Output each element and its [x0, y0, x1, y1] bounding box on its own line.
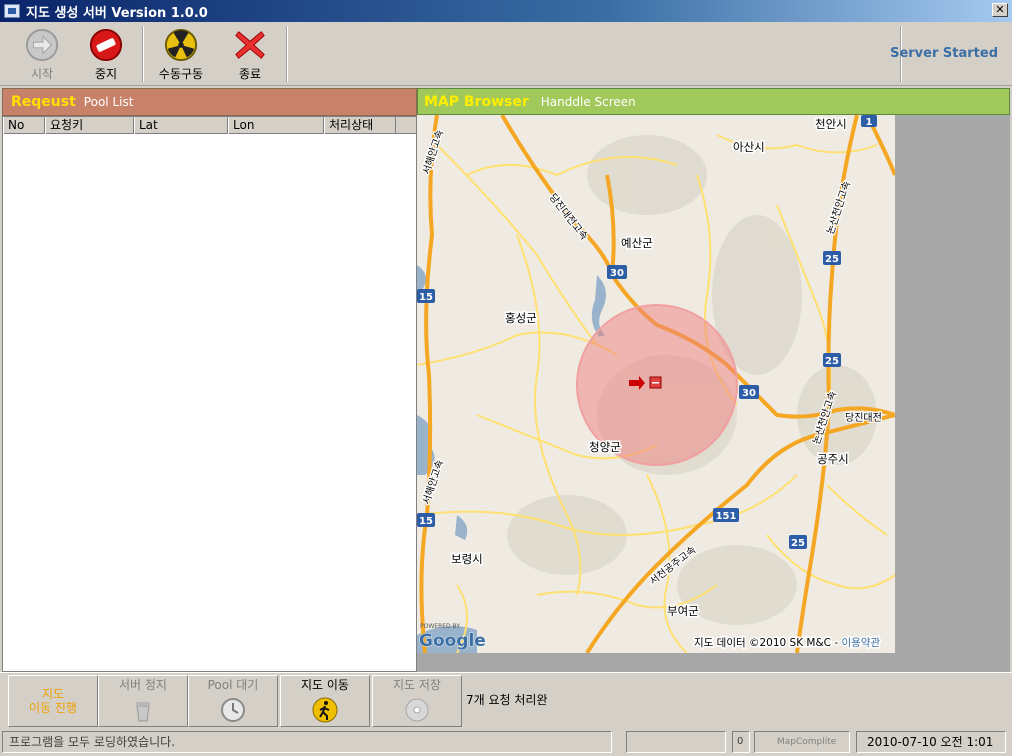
manual-run-label: 수동구동 — [158, 67, 204, 81]
route-shield-icon: 25 — [789, 535, 807, 549]
city-label: 홍성군 — [505, 311, 537, 325]
map-move-label: 지도 이동 — [301, 678, 349, 692]
action-bar: 지도 이동 진행 서버 정지 Pool 대기 지도 이동 지도 저장 7개 요청… — [0, 672, 1012, 728]
map-save-button[interactable]: 지도 저장 — [372, 675, 462, 727]
city-label: 청양군 — [589, 440, 621, 454]
map-subtitle: Handdle Screen — [540, 94, 636, 109]
road-label: 논산천안고속 — [824, 180, 852, 236]
server-stop-button[interactable]: 서버 정지 — [98, 675, 188, 727]
request-subtitle: Pool List — [83, 95, 134, 109]
title-bar: 지도 생성 서버 Version 1.0.0 ✕ — [0, 0, 1012, 22]
city-label: 예산군 — [621, 236, 653, 250]
col-no[interactable]: No — [3, 117, 45, 134]
city-label: 보령시 — [451, 552, 483, 566]
road-label: 서해안고속 — [419, 128, 446, 176]
route-shield-icon: 1 — [861, 115, 877, 128]
process-status-text: 7개 요청 처리완 — [466, 693, 548, 707]
svg-text:POWERED BY: POWERED BY — [420, 623, 460, 630]
app-icon — [4, 4, 20, 18]
request-title: Reqeust — [11, 94, 76, 110]
toolbar-separator — [286, 26, 288, 82]
svg-text:25: 25 — [791, 538, 805, 549]
svg-text:1: 1 — [866, 117, 873, 128]
col-request-key[interactable]: 요청키 — [45, 117, 134, 134]
svg-text:30: 30 — [610, 268, 624, 279]
map-state: MapComplite — [754, 731, 850, 753]
exit-x-icon — [235, 31, 265, 59]
road-label: 당진대전 — [845, 412, 882, 424]
status-counter: 0 — [732, 731, 750, 753]
col-lon[interactable]: Lon — [228, 117, 324, 134]
map-move-progress-label: 지도 이동 진행 — [29, 687, 77, 715]
map-save-label: 지도 저장 — [393, 678, 441, 692]
window-title: 지도 생성 서버 Version 1.0.0 — [26, 5, 208, 21]
svg-text:15: 15 — [419, 516, 433, 527]
route-shield-icon: 30 — [607, 265, 627, 279]
svg-text:Google: Google — [419, 631, 486, 651]
toolbar: 시작 중지 수동구동 종료 Server Started — [0, 22, 1012, 86]
radiation-icon — [164, 28, 198, 62]
col-lat[interactable]: Lat — [134, 117, 228, 134]
pool-wait-label: Pool 대기 — [207, 678, 259, 692]
trash-icon — [136, 702, 150, 722]
status-datetime: 2010-07-10 오전 1:01 — [856, 731, 1006, 753]
svg-text:25: 25 — [825, 254, 839, 265]
disc-icon — [405, 698, 429, 722]
start-label: 시작 — [30, 67, 54, 81]
close-button[interactable]: ✕ — [992, 3, 1008, 17]
route-shield-icon: 151 — [713, 508, 739, 522]
svg-text:지도 데이터 ©2010 SK M&C - 이용약관: 지도 데이터 ©2010 SK M&C - 이용약관 — [694, 637, 880, 649]
request-panel-header: Reqeust Pool List — [2, 88, 417, 116]
map-move-progress-indicator: 지도 이동 진행 — [8, 675, 98, 727]
route-shield-icon: 15 — [417, 289, 435, 303]
server-status: Server Started — [890, 46, 998, 61]
google-logo: POWERED BY Google — [419, 623, 487, 651]
stop-icon — [89, 28, 123, 62]
start-button[interactable]: 시작 — [14, 24, 70, 82]
road-label: 당진대전고속 — [547, 191, 590, 242]
stop-button[interactable]: 중지 — [78, 24, 134, 82]
server-stop-label: 서버 정지 — [119, 678, 167, 692]
progress-panel — [626, 731, 726, 753]
route-shield-icon: 15 — [417, 513, 435, 527]
exit-button[interactable]: 종료 — [222, 24, 278, 82]
city-label: 공주시 — [817, 452, 849, 466]
svg-text:151: 151 — [716, 511, 737, 522]
route-shield-icon: 25 — [823, 251, 841, 265]
map-canvas[interactable]: 1 15 30 25 25 30 15 151 25 당진대전고속 당진대전 서… — [417, 115, 895, 653]
terms-link[interactable]: 이용약관 — [840, 636, 882, 651]
status-bar: 프로그램을 모두 로딩하였습니다. 0 MapComplite 2010-07-… — [0, 728, 1012, 756]
city-label: 아산시 — [733, 140, 765, 154]
toolbar-separator — [142, 26, 144, 82]
start-arrow-icon — [25, 28, 59, 62]
stop-label: 중지 — [94, 67, 118, 81]
pool-list-header: No 요청키 Lat Lon 처리상태 — [3, 117, 416, 134]
route-shield-icon: 25 — [823, 353, 841, 367]
pool-list[interactable]: No 요청키 Lat Lon 처리상태 — [2, 116, 417, 672]
request-panel: Reqeust Pool List No 요청키 Lat Lon 처리상태 — [2, 88, 417, 672]
svg-text:15: 15 — [419, 292, 433, 303]
city-label: 천안시 — [815, 117, 847, 131]
route-shield-icon: 30 — [739, 385, 759, 399]
svg-text:30: 30 — [742, 388, 756, 399]
status-message: 프로그램을 모두 로딩하였습니다. — [2, 731, 612, 753]
map-move-button[interactable]: 지도 이동 — [280, 675, 370, 727]
manual-run-button[interactable]: 수동구동 — [150, 24, 212, 82]
svg-text:25: 25 — [825, 356, 839, 367]
map-title: MAP Browser — [424, 93, 529, 110]
map-panel-header: MAP Browser Handdle Screen — [417, 88, 1010, 115]
clock-icon — [221, 698, 245, 722]
exit-label: 종료 — [238, 67, 262, 81]
city-label: 부여군 — [667, 604, 699, 618]
map-view[interactable]: 1 15 30 25 25 30 15 151 25 당진대전고속 당진대전 서… — [417, 115, 895, 653]
map-attribution: 지도 데이터 ©2010 SK M&C - 이용약관 — [693, 636, 882, 651]
pool-wait-button[interactable]: Pool 대기 — [188, 675, 278, 727]
map-panel: MAP Browser Handdle Screen 1 15 30 25 25… — [417, 88, 1010, 672]
walking-icon — [312, 697, 338, 723]
col-status[interactable]: 처리상태 — [324, 117, 396, 134]
